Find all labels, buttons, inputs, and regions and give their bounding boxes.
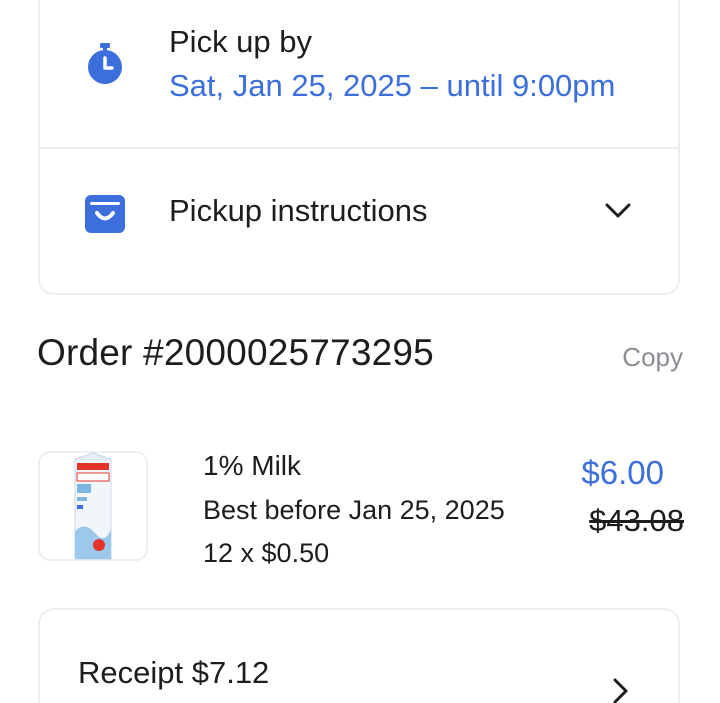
pickup-instructions-label: Pickup instructions bbox=[169, 193, 428, 228]
product-best-before: Best before Jan 25, 2025 bbox=[203, 495, 505, 525]
pickup-date: Sat, Jan 25, 2025 – until 9:00pm bbox=[169, 68, 616, 103]
order-number-title: Order #2000025773295 bbox=[37, 332, 434, 373]
pickup-instructions-row[interactable]: Pickup instructions bbox=[40, 149, 678, 275]
stopwatch-icon bbox=[83, 40, 127, 88]
receipt-card[interactable]: Receipt $7.12 bbox=[38, 608, 680, 703]
product-image-milk bbox=[38, 451, 148, 561]
pickup-label: Pick up by bbox=[169, 24, 313, 59]
pickup-card: Pick up by Sat, Jan 25, 2025 – until 9:0… bbox=[38, 0, 680, 295]
copy-order-number-button[interactable]: Copy bbox=[622, 342, 683, 373]
product-price: $6.00 bbox=[581, 454, 664, 491]
pickup-time-row: Pick up by Sat, Jan 25, 2025 – until 9:0… bbox=[40, 2, 678, 149]
product-original-price: $43.08 bbox=[589, 503, 684, 538]
product-name: 1% Milk bbox=[203, 450, 302, 481]
order-detail-screen: Pick up by Sat, Jan 25, 2025 – until 9:0… bbox=[0, 0, 720, 703]
chevron-right-icon bbox=[613, 678, 628, 703]
chevron-down-icon[interactable] bbox=[603, 199, 633, 223]
product-quantity: 12 x $0.50 bbox=[203, 538, 330, 568]
receipt-label: Receipt $7.12 bbox=[78, 655, 270, 690]
shopping-bag-icon bbox=[83, 190, 127, 238]
